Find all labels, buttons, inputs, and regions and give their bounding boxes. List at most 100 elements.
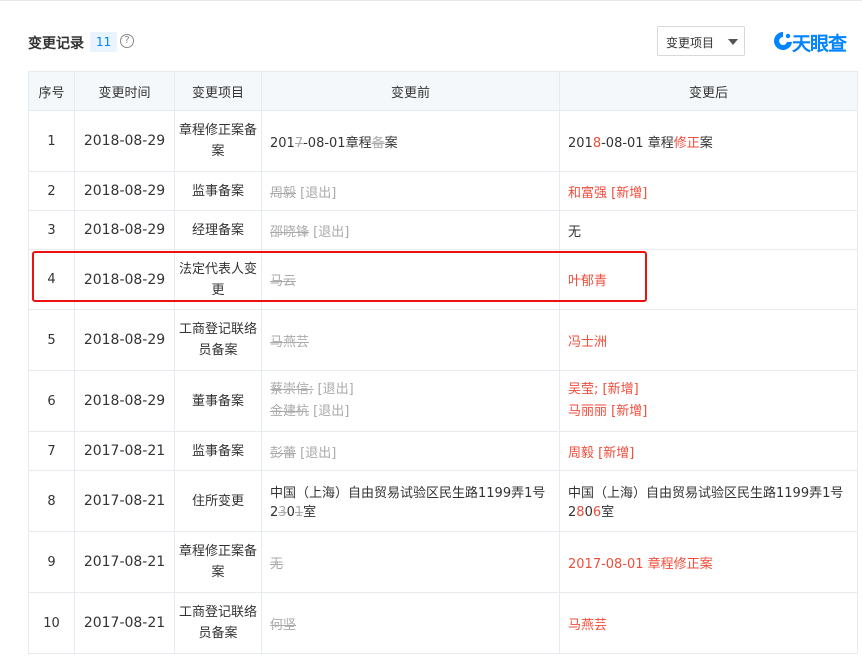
after-value: 和富强 [新增] bbox=[559, 171, 858, 211]
after-value: 2017-08-01 章程修正案 bbox=[559, 531, 858, 593]
person-name: 金建杭 bbox=[270, 404, 310, 419]
diff-segment: 6 bbox=[592, 505, 602, 520]
diff-segment: 201 bbox=[568, 135, 593, 151]
row-number: 8 bbox=[28, 470, 75, 532]
row-number: 7 bbox=[28, 431, 75, 471]
value-name: 彭蕾 bbox=[270, 445, 297, 461]
removed-person: 蔡崇信; [退出] bbox=[270, 379, 551, 401]
removed-value: 何坚 bbox=[270, 618, 296, 633]
row-number: 5 bbox=[28, 309, 75, 371]
diff-segment: 室 bbox=[601, 505, 615, 520]
logo-eye-icon bbox=[774, 32, 792, 50]
removed-person: 金建杭 [退出] bbox=[270, 401, 551, 423]
table-row: 6 2018-08-29 董事备案 蔡崇信; [退出] 金建杭 [退出] 吴莹; [新增]… bbox=[28, 370, 858, 432]
table-row: 2 2018-08-29 监事备案 周毅 [退出] 和富强 [新增] bbox=[28, 171, 858, 211]
removed-value: 邵晓锋 [退出] bbox=[270, 225, 349, 240]
value-name: 周毅 bbox=[568, 445, 595, 461]
row-number: 3 bbox=[28, 210, 75, 250]
status-tag: [退出] bbox=[313, 382, 354, 397]
status-tag: [新增] bbox=[607, 185, 648, 201]
value-name: 邵晓锋 bbox=[270, 224, 310, 240]
row-number: 9 bbox=[28, 531, 75, 593]
table-row: 1 2018-08-29 章程修正案备案 2017-08-01章程备案 2018-08-… bbox=[28, 110, 858, 172]
status-tag: [退出] bbox=[296, 445, 337, 461]
value-name: 马云 bbox=[270, 274, 297, 289]
status-tag: [新增] bbox=[598, 382, 639, 397]
value-name: 冯士洲 bbox=[568, 334, 608, 350]
added-value: 2017-08-01 章程修正案 bbox=[568, 557, 713, 572]
help-icon[interactable]: ? bbox=[120, 34, 134, 48]
diff-segment: 室 bbox=[303, 505, 317, 520]
added-value: 冯士洲 bbox=[568, 335, 607, 350]
column-header-item: 变更项目 bbox=[174, 71, 262, 111]
added-value: 马燕芸 bbox=[568, 618, 607, 633]
row-number: 6 bbox=[28, 370, 75, 432]
logo-text: 天眼查 bbox=[792, 33, 847, 55]
added-value: 周毅 [新增] bbox=[568, 446, 634, 461]
person-name: 马丽丽 bbox=[568, 404, 608, 419]
removed-value: 周毅 [退出] bbox=[270, 186, 336, 201]
column-header-date: 变更时间 bbox=[74, 71, 175, 111]
plain-value: 无 bbox=[568, 224, 582, 240]
before-value: 2017-08-01章程备案 bbox=[261, 110, 560, 172]
after-value: 马燕芸 bbox=[559, 592, 858, 654]
value-name: 无 bbox=[270, 556, 284, 572]
added-person: 马丽丽 [新增] bbox=[568, 401, 849, 423]
change-date: 2017-08-21 bbox=[74, 431, 175, 471]
change-date: 2018-08-29 bbox=[74, 210, 175, 250]
diff-text: 中国（上海）自由贸易试验区民生路1199弄1号2806室 bbox=[568, 486, 843, 520]
before-value: 无 bbox=[261, 531, 560, 593]
diff-segment: 修正 bbox=[673, 135, 700, 151]
change-item: 经理备案 bbox=[174, 210, 262, 250]
change-date: 2017-08-21 bbox=[74, 470, 175, 532]
change-item: 工商登记联络员备案 bbox=[174, 309, 262, 371]
before-value: 中国（上海）自由贸易试验区民生路1199弄1号2301室 bbox=[261, 470, 560, 532]
section-header: 变更记录 11 ? 变更项目 天眼查 bbox=[28, 26, 862, 60]
change-item: 章程修正案备案 bbox=[174, 110, 262, 172]
status-tag: [退出] bbox=[309, 404, 350, 419]
change-item: 监事备案 bbox=[174, 171, 262, 211]
table-header-row: 序号 变更时间 变更项目 变更前 变更后 bbox=[28, 71, 858, 111]
diff-segment: 7 bbox=[294, 135, 304, 151]
after-value: 叶郁青 bbox=[559, 249, 858, 310]
change-item: 章程修正案备案 bbox=[174, 531, 262, 593]
diff-segment: 1 bbox=[294, 505, 304, 520]
diff-segment: 案 bbox=[699, 135, 713, 151]
change-date: 2018-08-29 bbox=[74, 309, 175, 371]
before-value: 马燕芸 bbox=[261, 309, 560, 371]
diff-segment: -08-01章程 bbox=[303, 135, 372, 151]
after-value: 中国（上海）自由贸易试验区民生路1199弄1号2806室 bbox=[559, 470, 858, 532]
table-row: 10 2017-08-21 工商登记联络员备案 何坚 马燕芸 bbox=[28, 592, 858, 654]
table-row: 3 2018-08-29 经理备案 邵晓锋 [退出] 无 bbox=[28, 210, 858, 250]
diff-segment: 3 bbox=[278, 505, 287, 520]
column-header-before: 变更前 bbox=[261, 71, 560, 111]
change-item: 董事备案 bbox=[174, 370, 262, 432]
value-name: 叶郁青 bbox=[568, 274, 608, 289]
count-badge: 11 bbox=[90, 32, 118, 52]
change-records-table: 序号 变更时间 变更项目 变更前 变更后 1 2018-08-29 章程修正案备案 2… bbox=[28, 71, 858, 654]
caret-down-icon bbox=[728, 39, 738, 45]
change-item: 工商登记联络员备案 bbox=[174, 592, 262, 654]
value-name: 和富强 bbox=[568, 185, 608, 201]
diff-segment: 201 bbox=[270, 135, 295, 151]
added-value: 和富强 [新增] bbox=[568, 186, 647, 201]
change-date: 2018-08-29 bbox=[74, 370, 175, 432]
row-number: 2 bbox=[28, 171, 75, 211]
change-item: 住所变更 bbox=[174, 470, 262, 532]
removed-value: 无 bbox=[270, 557, 283, 572]
before-value: 何坚 bbox=[261, 592, 560, 654]
diff-segment: 备 bbox=[371, 135, 385, 151]
value-name: 马燕芸 bbox=[568, 617, 608, 633]
person-name: 蔡崇信; bbox=[270, 382, 314, 397]
diff-text: 中国（上海）自由贸易试验区民生路1199弄1号2301室 bbox=[270, 486, 545, 520]
before-value: 邵晓锋 [退出] bbox=[261, 210, 560, 250]
removed-value: 马燕芸 bbox=[270, 335, 309, 350]
diff-text: 2018-08-01 章程修正案 bbox=[568, 136, 713, 151]
diff-text: 2017-08-01章程备案 bbox=[270, 136, 398, 151]
before-value: 马云 bbox=[261, 249, 560, 310]
change-item-filter-dropdown[interactable]: 变更项目 bbox=[657, 26, 745, 56]
added-person: 吴莹; [新增] bbox=[568, 379, 849, 401]
removed-value: 马云 bbox=[270, 274, 296, 289]
row-number: 4 bbox=[28, 249, 75, 310]
value-name: 马燕芸 bbox=[270, 334, 310, 350]
